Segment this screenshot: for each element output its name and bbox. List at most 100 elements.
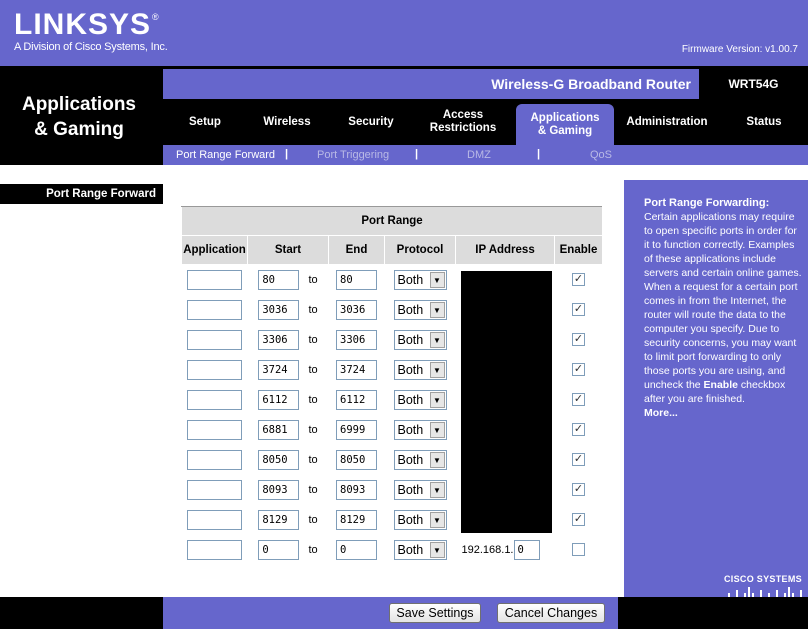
- protocol-value: Both: [397, 512, 424, 527]
- tab-access-restrictions[interactable]: Access Restrictions: [415, 99, 511, 145]
- protocol-value: Both: [397, 542, 424, 557]
- registered-mark: ®: [152, 12, 159, 22]
- chevron-down-icon[interactable]: ▼: [429, 271, 445, 288]
- to-label: to: [308, 273, 318, 286]
- protocol-select[interactable]: Both ▼: [393, 509, 447, 530]
- enable-cell: ✓: [555, 265, 603, 295]
- end-port-input[interactable]: 6999: [336, 419, 377, 440]
- protocol-select[interactable]: Both ▼: [393, 419, 447, 440]
- protocol-select[interactable]: Both ▼: [393, 269, 447, 290]
- protocol-select[interactable]: Both ▼: [393, 299, 447, 320]
- end-port-input[interactable]: 3724: [336, 359, 377, 380]
- app-cell: [182, 385, 248, 415]
- tab-administration[interactable]: Administration: [614, 99, 720, 145]
- end-port-input[interactable]: 80: [336, 269, 377, 290]
- logo-subtitle: A Division of Cisco Systems, Inc.: [14, 41, 168, 53]
- start-cell: 8129 to: [248, 505, 329, 535]
- application-name-input[interactable]: [187, 389, 242, 410]
- protocol-cell: Both ▼: [385, 295, 456, 325]
- start-port-input[interactable]: 8129: [258, 509, 300, 530]
- chevron-down-icon[interactable]: ▼: [429, 451, 445, 468]
- end-cell: 8050: [329, 445, 385, 475]
- enable-checkbox[interactable]: ✓: [572, 513, 585, 526]
- tab-label: Security: [348, 115, 394, 128]
- protocol-select[interactable]: Both ▼: [393, 539, 447, 560]
- start-port-input[interactable]: 6881: [258, 419, 300, 440]
- chevron-down-icon[interactable]: ▼: [429, 301, 445, 318]
- application-name-input[interactable]: [187, 449, 242, 470]
- enable-checkbox[interactable]: ✓: [572, 333, 585, 346]
- end-port-input[interactable]: 3036: [336, 299, 377, 320]
- chevron-down-icon[interactable]: ▼: [429, 391, 445, 408]
- tab-setup[interactable]: Setup: [163, 99, 247, 145]
- chevron-down-icon[interactable]: ▼: [429, 361, 445, 378]
- enable-checkbox[interactable]: ✓: [572, 273, 585, 287]
- start-port-input[interactable]: 6112: [258, 389, 300, 410]
- tab-label: Applications & Gaming: [530, 111, 600, 137]
- enable-cell: ✓: [555, 325, 603, 355]
- start-port-input[interactable]: 3724: [258, 359, 300, 380]
- start-port-input[interactable]: 3306: [258, 329, 300, 350]
- protocol-select[interactable]: Both ▼: [393, 479, 447, 500]
- chevron-down-icon[interactable]: ▼: [429, 511, 445, 528]
- start-port-input[interactable]: 8050: [258, 449, 300, 470]
- subtab-dmz[interactable]: DMZ: [467, 149, 491, 161]
- end-port-input[interactable]: 3306: [336, 329, 377, 350]
- subtab-port-range-forward[interactable]: Port Range Forward: [176, 149, 275, 161]
- subtab-qos[interactable]: QoS: [590, 149, 612, 161]
- tab-wireless[interactable]: Wireless: [247, 99, 327, 145]
- start-port-input[interactable]: 3036: [258, 299, 300, 320]
- firmware-version: Firmware Version: v1.00.7: [681, 44, 798, 55]
- enable-checkbox[interactable]: [572, 543, 585, 556]
- tab-status[interactable]: Status: [720, 99, 808, 145]
- start-port-input[interactable]: 80: [258, 269, 300, 290]
- enable-checkbox[interactable]: ✓: [572, 363, 585, 376]
- protocol-value: Both: [397, 422, 424, 437]
- end-port-input[interactable]: 8129: [336, 509, 377, 530]
- table-row: 0 to 0 Both ▼ 192.168.1. 0: [182, 535, 603, 565]
- application-name-input[interactable]: [187, 419, 242, 440]
- end-port-input[interactable]: 8050: [336, 449, 377, 470]
- linksys-logo: LINKSYS ® A Division of Cisco Systems, I…: [14, 10, 168, 54]
- enable-checkbox[interactable]: ✓: [572, 393, 585, 406]
- save-settings-button[interactable]: Save Settings: [389, 603, 481, 623]
- tab-security[interactable]: Security: [327, 99, 415, 145]
- tab-applications-gaming[interactable]: Applications & Gaming: [516, 104, 614, 145]
- help-body-emphasis: Enable: [703, 379, 738, 391]
- to-label: to: [308, 303, 318, 316]
- chevron-down-icon[interactable]: ▼: [429, 541, 445, 558]
- protocol-select[interactable]: Both ▼: [393, 389, 447, 410]
- enable-checkbox[interactable]: ✓: [572, 423, 585, 436]
- chevron-down-icon[interactable]: ▼: [429, 481, 445, 498]
- more-link[interactable]: More...: [644, 406, 804, 420]
- enable-checkbox[interactable]: ✓: [572, 453, 585, 466]
- enable-checkbox[interactable]: ✓: [572, 303, 585, 316]
- application-name-input[interactable]: [187, 359, 242, 380]
- subtab-port-triggering[interactable]: Port Triggering: [317, 149, 389, 161]
- chevron-down-icon[interactable]: ▼: [429, 331, 445, 348]
- protocol-value: Both: [397, 482, 424, 497]
- application-name-input[interactable]: [187, 479, 242, 500]
- ip-last-octet-input[interactable]: 0: [513, 539, 540, 560]
- application-name-input[interactable]: [187, 269, 242, 290]
- end-port-input[interactable]: 8093: [336, 479, 377, 500]
- protocol-value: Both: [397, 302, 424, 317]
- application-name-input[interactable]: [187, 299, 242, 320]
- ip-prefix: 192.168.1.: [461, 543, 514, 556]
- protocol-select[interactable]: Both ▼: [393, 329, 447, 350]
- cancel-changes-button[interactable]: Cancel Changes: [497, 603, 605, 623]
- application-name-input[interactable]: [187, 539, 242, 560]
- col-header-application: Application: [181, 235, 248, 265]
- chevron-down-icon[interactable]: ▼: [429, 421, 445, 438]
- end-port-input[interactable]: 6112: [336, 389, 377, 410]
- start-port-input[interactable]: 0: [258, 539, 300, 560]
- protocol-select[interactable]: Both ▼: [393, 359, 447, 380]
- application-name-input[interactable]: [187, 509, 242, 530]
- end-port-input[interactable]: 0: [336, 539, 377, 560]
- protocol-select[interactable]: Both ▼: [393, 449, 447, 470]
- start-port-input[interactable]: 8093: [258, 479, 300, 500]
- enable-checkbox[interactable]: ✓: [572, 483, 585, 496]
- protocol-cell: Both ▼: [385, 385, 456, 415]
- to-label: to: [308, 333, 318, 346]
- application-name-input[interactable]: [187, 329, 242, 350]
